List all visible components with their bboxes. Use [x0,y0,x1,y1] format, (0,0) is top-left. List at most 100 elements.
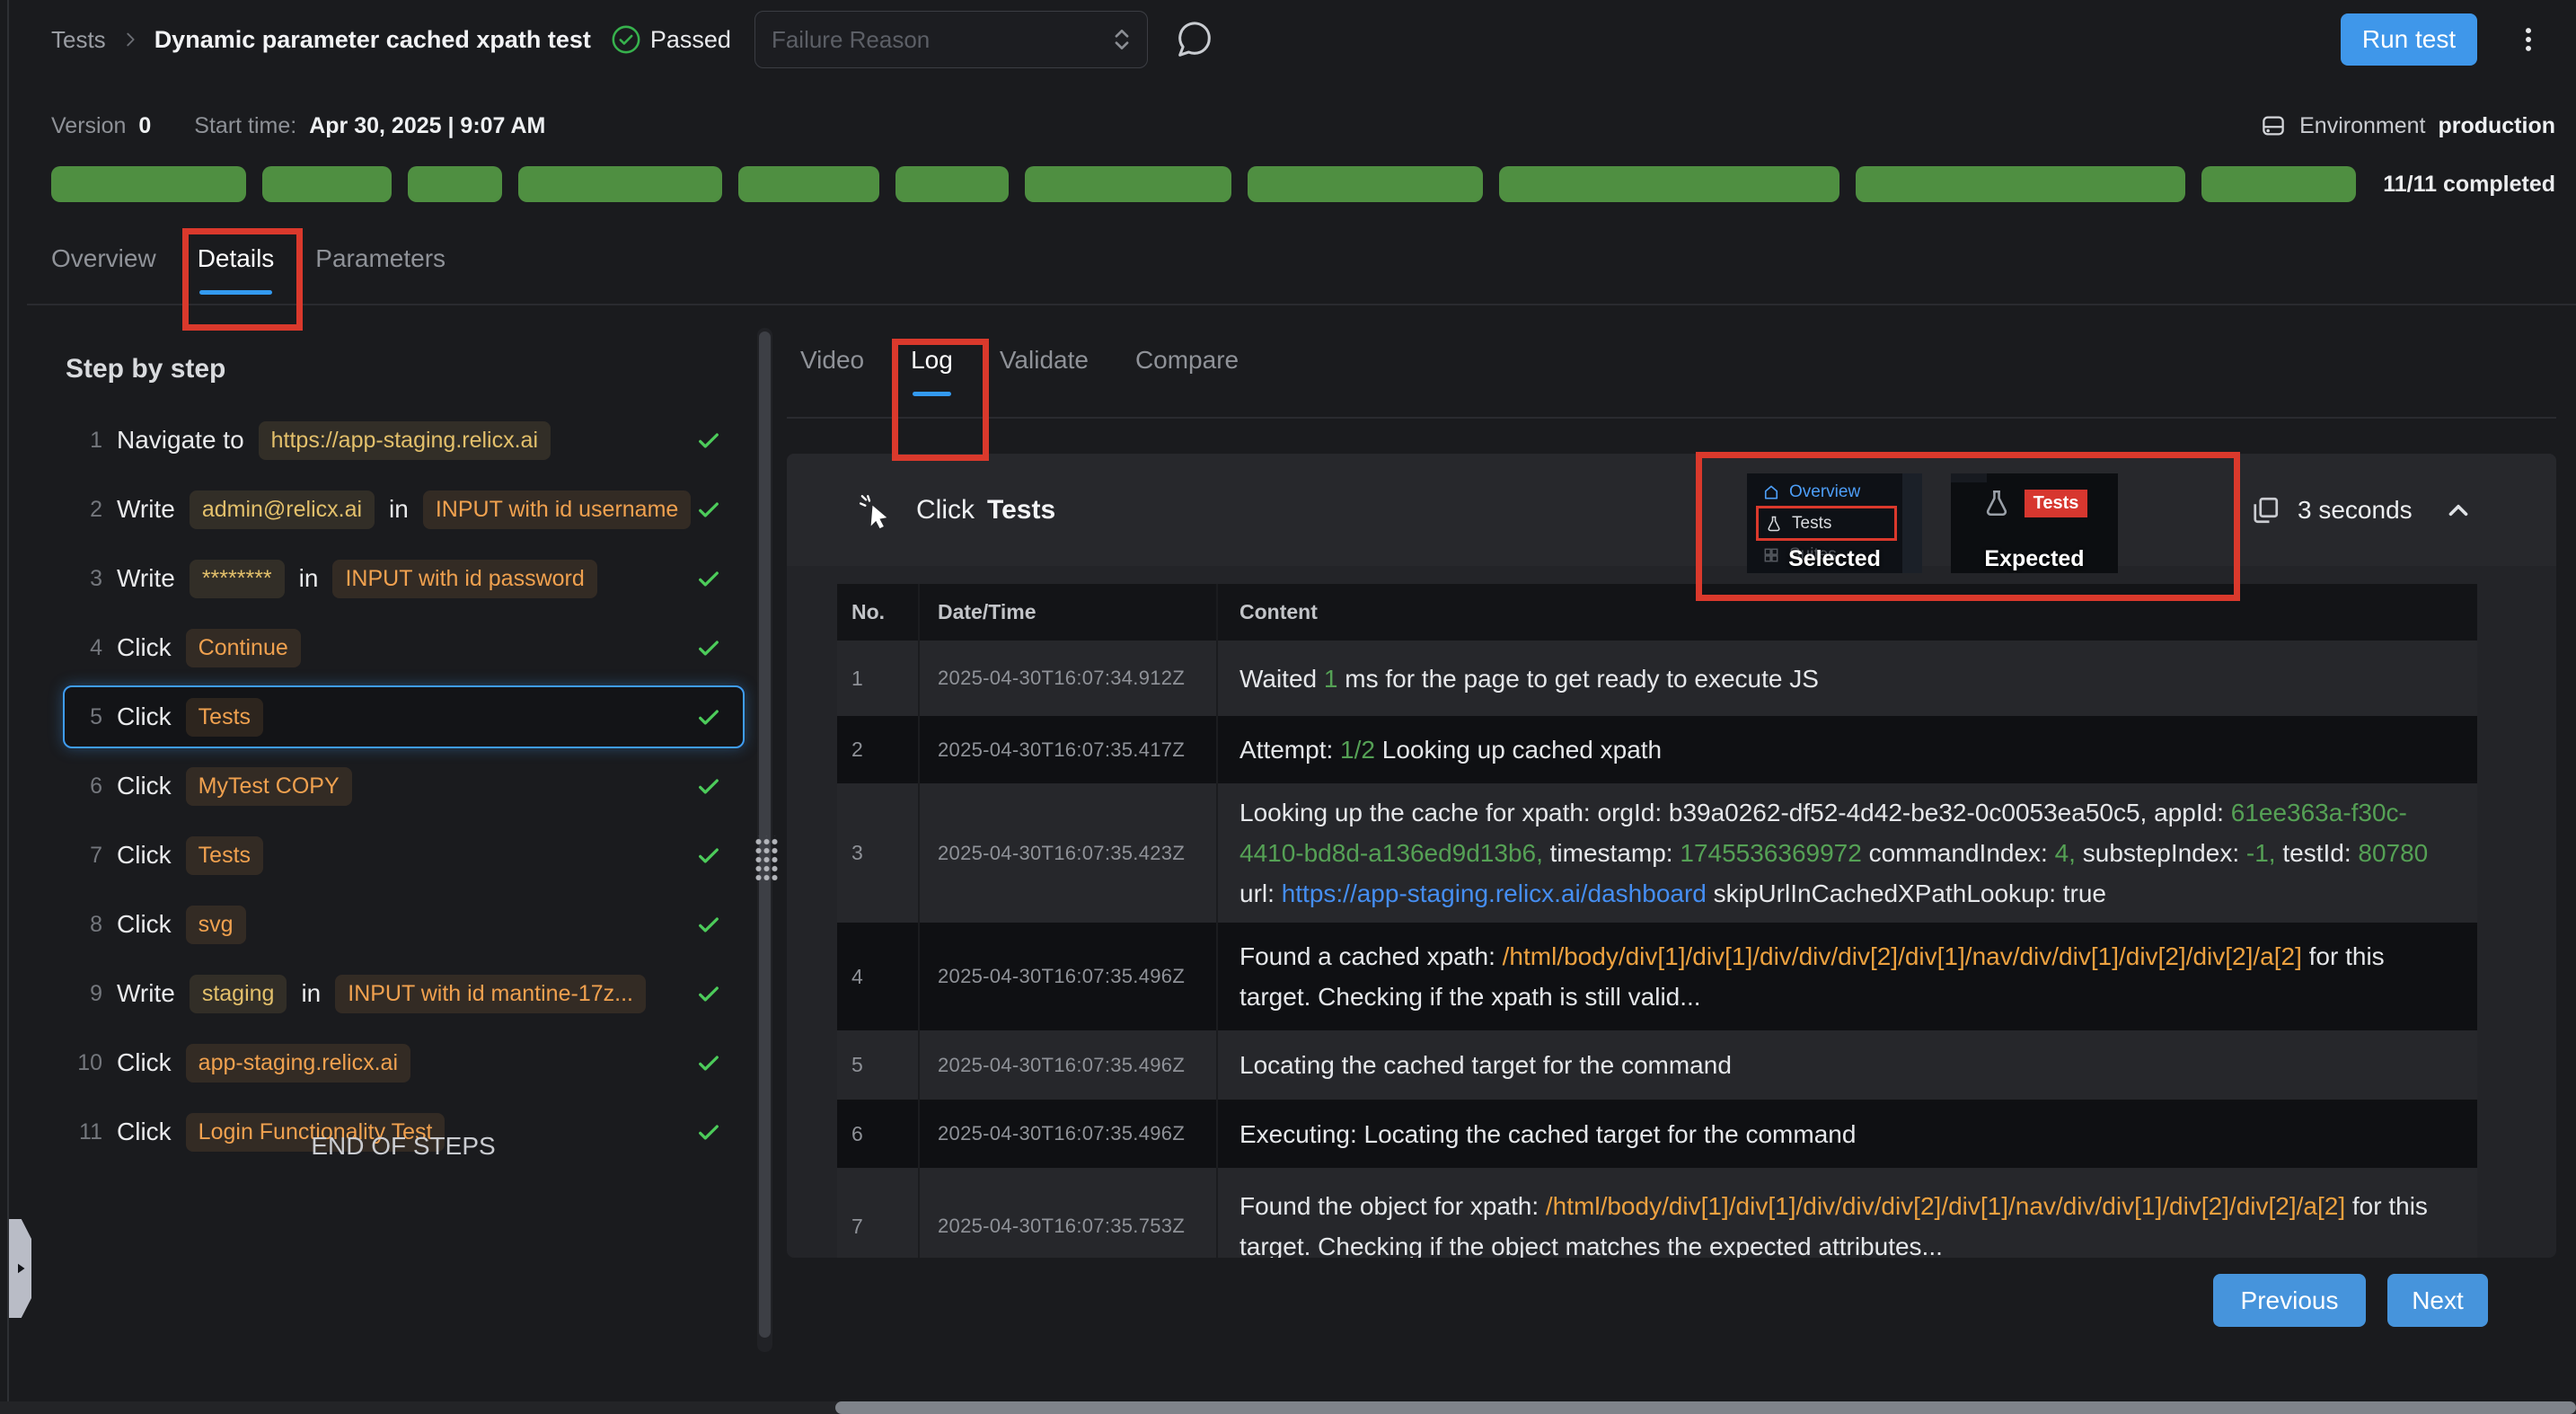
steps-scrollbar-thumb[interactable] [759,331,771,1338]
log-link[interactable]: https://app-staging.relicx.ai/dashboard [1282,879,1707,907]
step-action-text: in [389,495,409,524]
expected-target-highlight: Tests [2025,490,2088,517]
command-header: Click Tests [857,454,1055,566]
step-number: 1 [70,428,102,454]
log-row-1: 12025-04-30T16:07:34.912ZWaited 1 ms for… [837,641,2477,716]
expected-screenshot-thumbnail[interactable]: Tests Expected [1951,473,2118,573]
step-row-5[interactable]: 5ClickTests [63,685,745,748]
progress-segment-11[interactable] [2201,166,2356,202]
page-title: Dynamic parameter cached xpath test [154,26,591,54]
log-row-content: Locating the cached target for the comma… [1239,1045,1732,1085]
step-passed-check-icon [694,910,723,939]
detail-tab-log[interactable]: Log [911,346,953,396]
run-test-button[interactable]: Run test [2341,13,2477,66]
failure-reason-placeholder: Failure Reason [772,26,930,54]
home-icon [1762,483,1780,501]
expand-sidebar-handle[interactable] [9,1219,31,1318]
progress-segment-5[interactable] [738,166,879,202]
duration-text: 3 seconds [2298,496,2413,525]
previous-button[interactable]: Previous [2213,1274,2366,1327]
chevron-up-icon[interactable] [2443,495,2474,526]
log-row-content: Found a cached xpath: /html/body/div[1]/… [1239,936,2450,1017]
step-number: 3 [70,566,102,592]
log-row-number: 3 [837,783,920,923]
log-row-number: 7 [837,1168,920,1258]
progress-completed-text: 11/11 completed [2383,172,2555,198]
step-passed-check-icon [694,703,723,731]
tab-details[interactable]: Details [198,244,275,295]
step-action-text: Click [117,633,172,662]
step-passed-check-icon [694,633,723,662]
status-label: Passed [650,26,731,54]
tab-overview[interactable]: Overview [51,244,156,295]
comment-bubble-icon[interactable] [1173,19,1214,60]
log-row-timestamp: 2025-04-30T16:07:35.496Z [920,1030,1218,1100]
progress-segment-4[interactable] [518,166,722,202]
step-row-10[interactable]: 10Clickapp-staging.relicx.ai [63,1031,745,1094]
version-label: Version [51,113,126,139]
progress-segment-6[interactable] [895,166,1009,202]
environment-group: Environment production [2260,112,2555,139]
step-action-text: Click [117,703,172,731]
step-target-chip: MyTest COPY [186,767,352,806]
progress-segment-7[interactable] [1025,166,1231,202]
horizontal-scrollbar-thumb[interactable] [835,1401,2576,1414]
step-passed-check-icon [694,564,723,593]
failure-reason-select[interactable]: Failure Reason [754,11,1148,68]
progress-bar [51,166,2356,202]
copy-icon[interactable] [2249,494,2281,526]
log-row-6: 62025-04-30T16:07:35.496ZExecuting: Loca… [837,1100,2477,1168]
mini-tab-notch [1951,473,1987,482]
step-action-text: Navigate to [117,426,244,455]
step-row-9[interactable]: 9WritestaginginINPUT with id mantine-17z… [63,962,745,1025]
column-header-datetime: Date/Time [920,584,1218,641]
detail-tab-compare[interactable]: Compare [1135,346,1239,396]
progress-segment-3[interactable] [408,166,501,202]
log-row-number: 1 [837,641,920,716]
log-row-content: Looking up the cache for xpath: orgId: b… [1239,792,2450,914]
log-row-number: 2 [837,716,920,783]
mini-nav-label: Overview [1789,482,1860,502]
step-row-6[interactable]: 6ClickMyTest COPY [63,755,745,817]
log-row-number: 5 [837,1030,920,1100]
step-target-chip: Tests [186,836,263,875]
step-row-8[interactable]: 8Clicksvg [63,893,745,956]
next-button[interactable]: Next [2387,1274,2488,1327]
progress-segment-1[interactable] [51,166,246,202]
log-row-timestamp: 2025-04-30T16:07:35.423Z [920,783,1218,923]
progress-segment-8[interactable] [1248,166,1483,202]
step-target-chip: Continue [186,629,301,667]
step-target-chip: INPUT with id username [423,490,691,529]
click-cursor-icon [857,491,895,529]
progress-segment-2[interactable] [262,166,392,202]
step-row-4[interactable]: 4ClickContinue [63,616,745,679]
panel-resize-handle[interactable] [754,835,778,880]
step-row-2[interactable]: 2Writeadmin@relicx.aiinINPUT with id use… [63,478,745,541]
end-of-steps-label: END OF STEPS [51,1132,755,1161]
log-table: No. Date/Time Content 12025-04-30T16:07:… [837,584,2477,1258]
log-row-timestamp: 2025-04-30T16:07:35.496Z [920,1100,1218,1168]
step-number: 8 [70,912,102,938]
selected-screenshot-thumbnail[interactable]: OverviewTestsSuites Selected [1747,473,1922,573]
log-table-header: No. Date/Time Content [837,584,2477,641]
log-row-timestamp: 2025-04-30T16:07:35.417Z [920,716,1218,783]
log-row-timestamp: 2025-04-30T16:07:34.912Z [920,641,1218,716]
log-card: Click Tests 3 seconds No. Date/Time Cont… [787,454,2556,1258]
detail-tab-validate[interactable]: Validate [1000,346,1089,396]
steps-list: 1Navigate tohttps://app-staging.relicx.a… [51,409,755,1170]
step-action-text: Click [117,772,172,800]
progress-segment-10[interactable] [1856,166,2184,202]
step-row-1[interactable]: 1Navigate tohttps://app-staging.relicx.a… [63,409,745,472]
step-row-3[interactable]: 3Write********inINPUT with id password [63,547,745,610]
tabs-divider [27,304,2576,305]
step-row-7[interactable]: 7ClickTests [63,824,745,887]
detail-tab-video[interactable]: Video [800,346,864,396]
breadcrumb-tests-link[interactable]: Tests [51,26,106,54]
log-row-2: 22025-04-30T16:07:35.417ZAttempt: 1/2 Lo… [837,716,2477,783]
tab-parameters[interactable]: Parameters [315,244,446,295]
steps-heading: Step by step [66,354,225,384]
step-target-chip: INPUT with id password [332,560,596,598]
step-passed-check-icon [694,772,723,800]
kebab-menu-icon[interactable] [2513,20,2544,59]
progress-segment-9[interactable] [1499,166,1839,202]
